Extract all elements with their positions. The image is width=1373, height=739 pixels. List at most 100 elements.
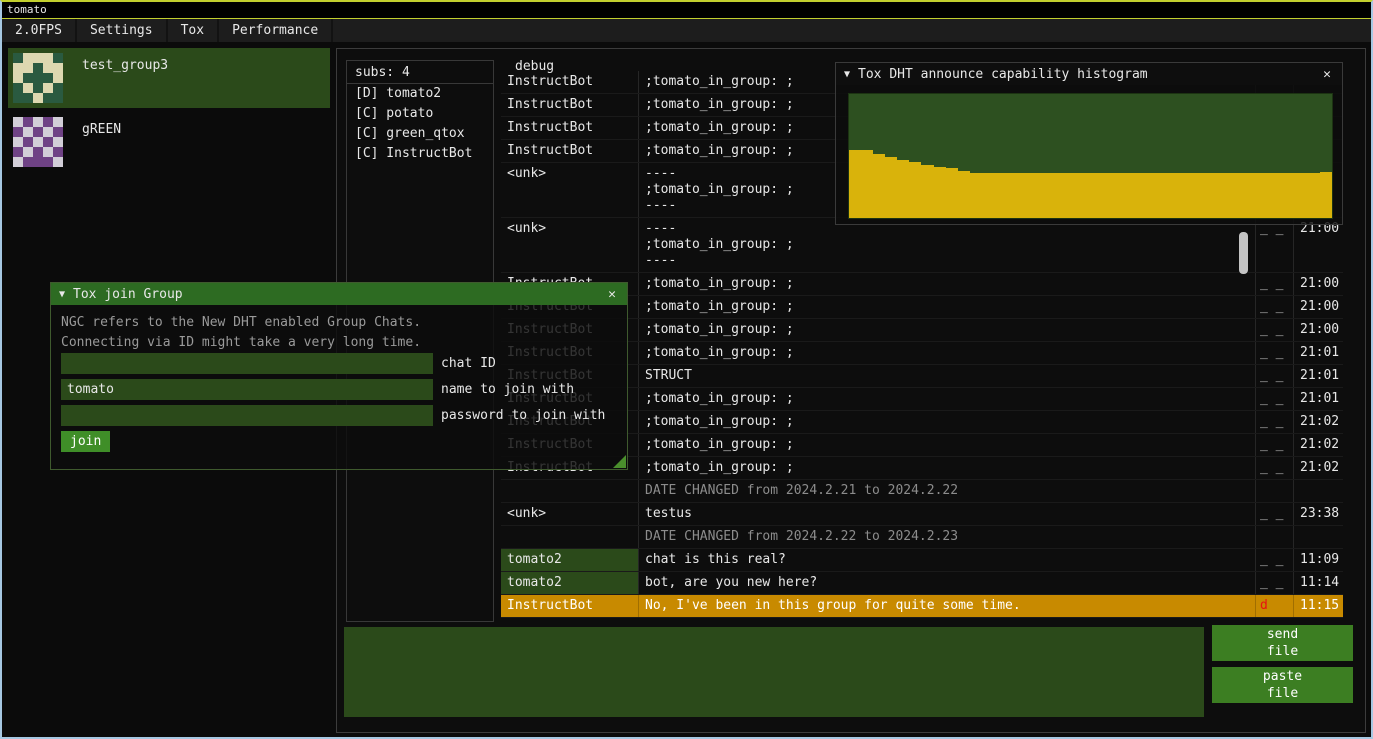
histogram-bar bbox=[994, 173, 1006, 218]
chat-message-row[interactable]: tomato2chat is this real?_ _11:09 bbox=[501, 549, 1343, 572]
histogram-bar bbox=[1187, 173, 1199, 218]
message-input[interactable] bbox=[344, 627, 1204, 717]
collapse-arrow-icon[interactable]: ▼ bbox=[844, 69, 850, 80]
message-time: 21:01 bbox=[1293, 342, 1343, 364]
join-password-row: password to join with bbox=[61, 405, 605, 426]
histogram-bar bbox=[958, 171, 970, 218]
member-item[interactable]: [D] tomato2 bbox=[347, 84, 493, 104]
tomato-app-window: tomato 2.0FPSSettingsToxPerformance test… bbox=[0, 0, 1373, 739]
histogram-bar bbox=[1320, 172, 1332, 218]
collapse-arrow-icon[interactable]: ▼ bbox=[59, 289, 65, 300]
member-item[interactable]: [C] potato bbox=[347, 104, 493, 124]
histogram-bar bbox=[1054, 173, 1066, 218]
histogram-bar bbox=[909, 162, 921, 218]
join-info-line: NGC refers to the New DHT enabled Group … bbox=[61, 313, 421, 333]
message-time: 21:02 bbox=[1293, 457, 1343, 479]
group-avatar-icon bbox=[13, 53, 63, 103]
message-time: 21:01 bbox=[1293, 365, 1343, 387]
message-sender: InstructBot bbox=[501, 71, 638, 93]
member-item[interactable]: [C] InstructBot bbox=[347, 144, 493, 164]
histogram-bar bbox=[1175, 173, 1187, 218]
send-file-button[interactable]: send file bbox=[1212, 625, 1353, 661]
dht-histogram-window: ▼ Tox DHT announce capability histogram … bbox=[835, 62, 1343, 225]
histogram-bar bbox=[1030, 173, 1042, 218]
message-text: ---- ;tomato_in_group: ; ---- bbox=[638, 218, 1255, 272]
message-sender: <unk> bbox=[501, 503, 638, 525]
message-status: _ _ bbox=[1255, 549, 1293, 571]
join-group-window: ▼ Tox join Group ✕ NGC refers to the New… bbox=[50, 282, 628, 470]
histogram-bar bbox=[1066, 173, 1078, 218]
join-password-input[interactable] bbox=[61, 405, 433, 426]
window-titlebar: tomato bbox=[2, 2, 1371, 19]
message-time: 21:00 bbox=[1293, 296, 1343, 318]
message-time: 21:02 bbox=[1293, 411, 1343, 433]
histogram-bar bbox=[982, 173, 994, 218]
message-sender: InstructBot bbox=[501, 94, 638, 116]
join-name-row: tomato name to join with bbox=[61, 379, 605, 400]
message-status: _ _ bbox=[1255, 319, 1293, 341]
message-sender: InstructBot bbox=[501, 140, 638, 162]
chat-message-row[interactable]: tomato2bot, are you new here?_ _11:14 bbox=[501, 572, 1343, 595]
histogram-bar bbox=[1006, 173, 1018, 218]
histogram-bar bbox=[1042, 173, 1054, 218]
histogram-bar bbox=[1284, 173, 1296, 218]
group-name: test_group3 bbox=[82, 58, 168, 108]
chat-message-row[interactable]: <unk>testus_ _23:38 bbox=[501, 503, 1343, 526]
message-text: ;tomato_in_group: ; bbox=[638, 411, 1255, 433]
histogram-bar bbox=[1296, 173, 1308, 218]
histogram-bar bbox=[921, 165, 933, 218]
histogram-bar bbox=[1163, 173, 1175, 218]
group-item-test_group3[interactable]: test_group3 bbox=[8, 48, 330, 108]
resize-grip[interactable] bbox=[613, 455, 626, 468]
message-text: testus bbox=[638, 503, 1255, 525]
histogram-bar bbox=[946, 168, 958, 218]
chat-message-row[interactable]: InstructBotNo, I've been in this group f… bbox=[501, 595, 1343, 618]
message-text: ;tomato_in_group: ; bbox=[638, 434, 1255, 456]
message-status: _ _ bbox=[1255, 365, 1293, 387]
message-text: ;tomato_in_group: ; bbox=[638, 342, 1255, 364]
histogram-bar bbox=[934, 167, 946, 218]
members-count: subs: 4 bbox=[347, 61, 493, 84]
histogram-bar bbox=[885, 157, 897, 218]
message-sender: <unk> bbox=[501, 218, 638, 272]
chat-message-row[interactable]: <unk>---- ;tomato_in_group: ; ----_ _21:… bbox=[501, 218, 1343, 273]
group-name: gREEN bbox=[82, 122, 121, 172]
chat-id-input[interactable] bbox=[61, 353, 433, 374]
histogram-bar bbox=[1248, 173, 1260, 218]
join-name-input[interactable]: tomato bbox=[61, 379, 433, 400]
histogram-bar bbox=[1272, 173, 1284, 218]
message-status: _ _ bbox=[1255, 296, 1293, 318]
date-changed-row: DATE CHANGED from 2024.2.21 to 2024.2.22 bbox=[501, 480, 1343, 503]
message-time: 21:02 bbox=[1293, 434, 1343, 456]
window-title: tomato bbox=[7, 3, 47, 16]
menu-item-settings[interactable]: Settings bbox=[77, 19, 168, 42]
date-changed-row: DATE CHANGED from 2024.2.22 to 2024.2.23 bbox=[501, 526, 1343, 549]
message-text: STRUCT bbox=[638, 365, 1255, 387]
histogram-bars bbox=[849, 94, 1332, 218]
join-group-titlebar[interactable]: ▼ Tox join Group ✕ bbox=[51, 283, 627, 305]
message-status: _ _ bbox=[1255, 411, 1293, 433]
chat-scrollbar-thumb[interactable] bbox=[1239, 232, 1248, 274]
histogram-bar bbox=[1151, 173, 1163, 218]
message-status: _ _ bbox=[1255, 218, 1293, 272]
member-item[interactable]: [C] green_qtox bbox=[347, 124, 493, 144]
message-time: 11:15 bbox=[1293, 595, 1343, 617]
histogram-bar bbox=[1103, 173, 1115, 218]
histogram-plot bbox=[848, 93, 1333, 219]
menu-item-performance[interactable]: Performance bbox=[219, 19, 333, 42]
join-group-window-title: Tox join Group bbox=[73, 287, 597, 302]
close-icon[interactable]: ✕ bbox=[1320, 67, 1334, 82]
message-sender: InstructBot bbox=[501, 117, 638, 139]
close-icon[interactable]: ✕ bbox=[605, 287, 619, 302]
join-name-label: name to join with bbox=[441, 382, 574, 397]
histogram-titlebar[interactable]: ▼ Tox DHT announce capability histogram … bbox=[836, 63, 1342, 85]
members-list: [D] tomato2[C] potato[C] green_qtox[C] I… bbox=[347, 84, 493, 164]
join-button[interactable]: join bbox=[61, 431, 110, 452]
paste-file-button[interactable]: paste file bbox=[1212, 667, 1353, 703]
menu-item-tox[interactable]: Tox bbox=[168, 19, 219, 42]
message-status: _ _ bbox=[1255, 342, 1293, 364]
join-info-text: NGC refers to the New DHT enabled Group … bbox=[61, 313, 421, 353]
group-item-gREEN[interactable]: gREEN bbox=[8, 112, 330, 172]
chat-id-row: chat ID bbox=[61, 353, 605, 374]
message-time: 21:00 bbox=[1293, 273, 1343, 295]
